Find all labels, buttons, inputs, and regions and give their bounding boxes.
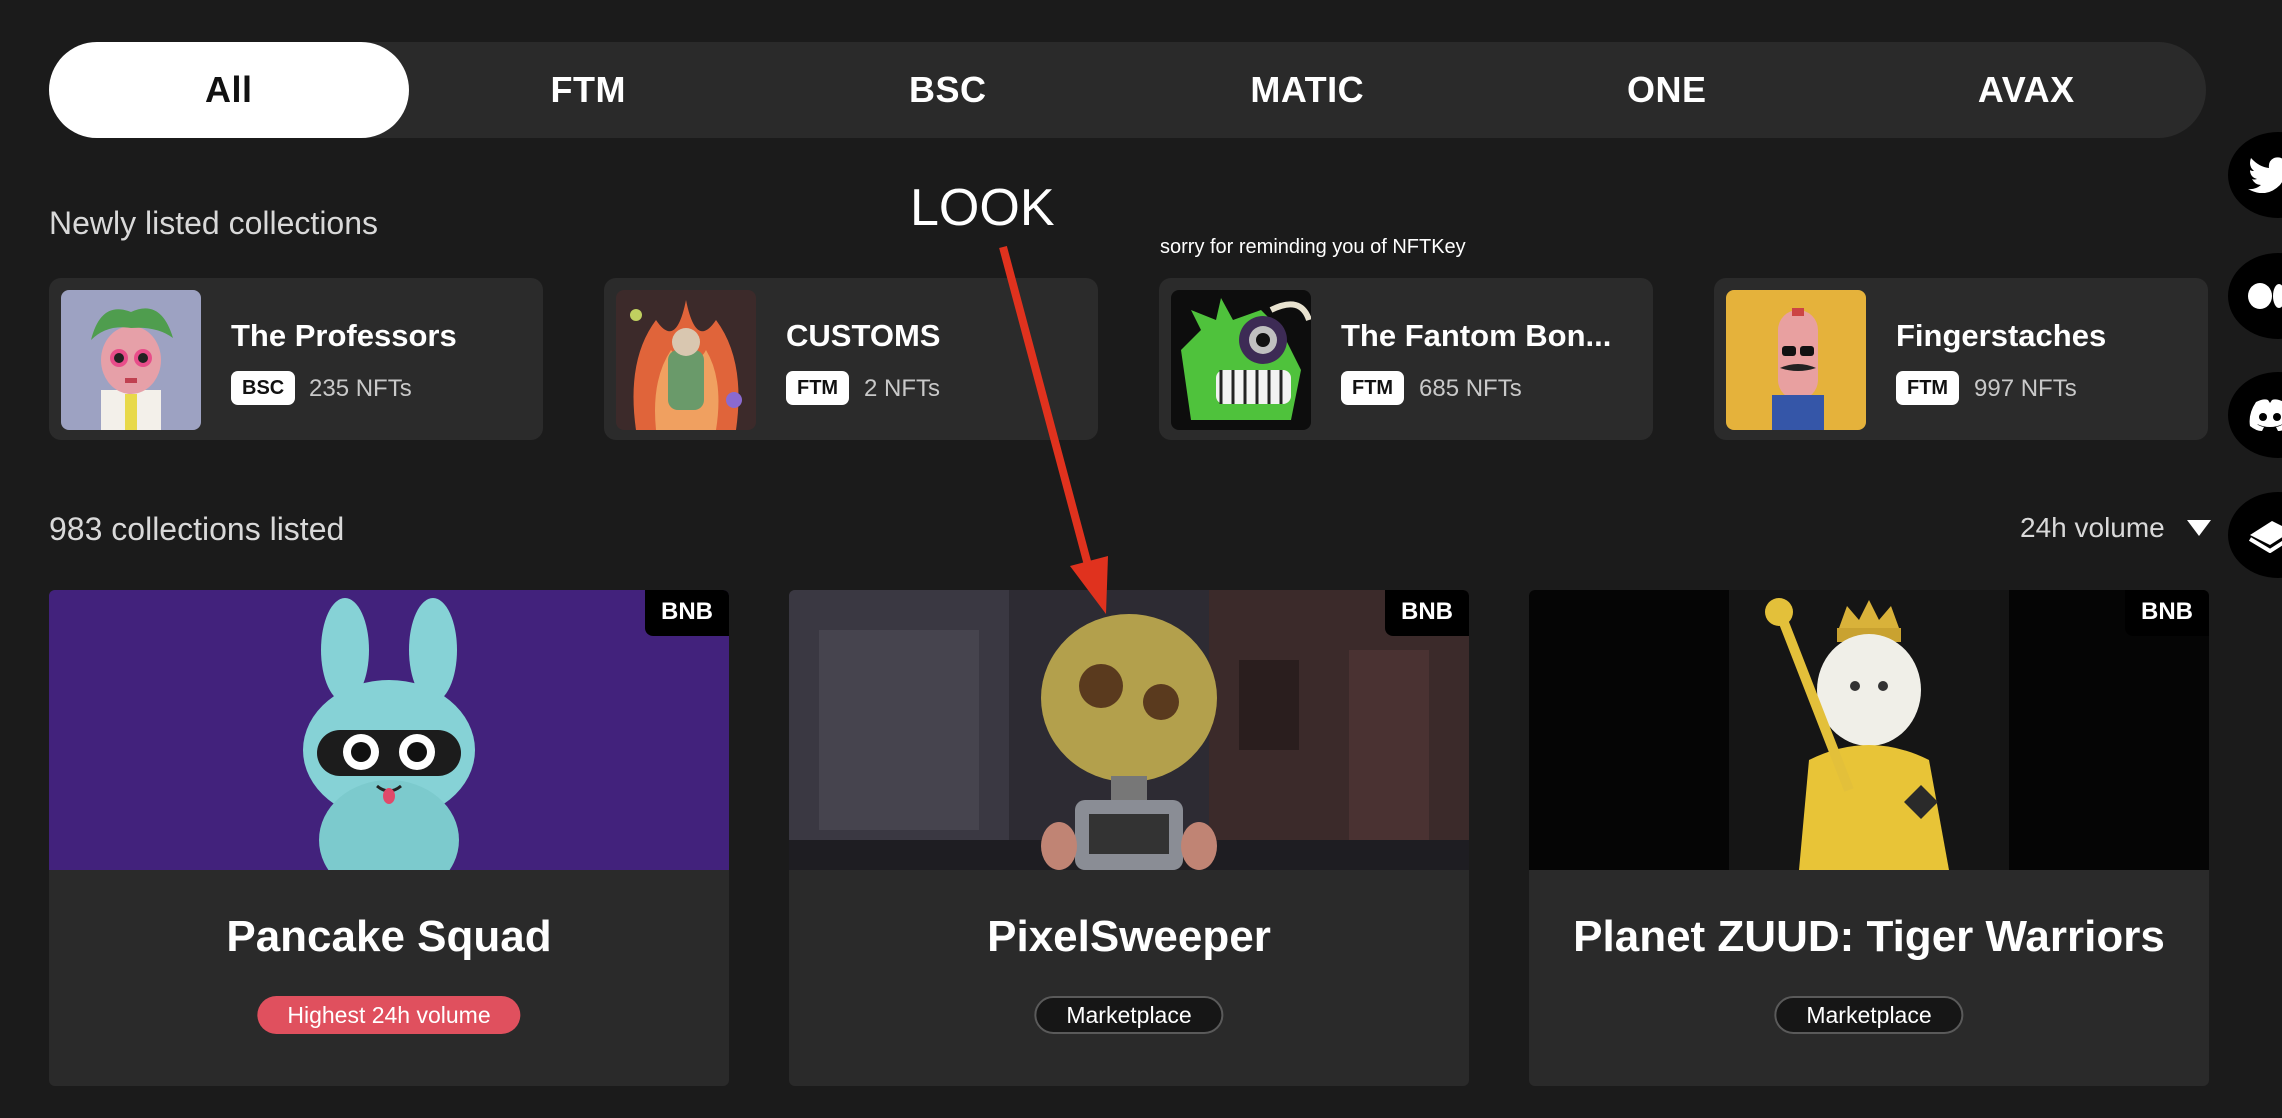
discord-button[interactable] xyxy=(2228,372,2282,458)
collection-name: CUSTOMS xyxy=(786,318,941,353)
collection-tag[interactable]: Marketplace xyxy=(1774,996,1964,1034)
chain-badge: FTM xyxy=(1341,371,1405,405)
chain-badge: FTM xyxy=(1896,371,1960,405)
annotation-look-text: LOOK xyxy=(910,179,1055,237)
new-collection-card[interactable]: Fingerstaches FTM 997 NFTs xyxy=(1714,278,2208,440)
collection-banner xyxy=(49,590,729,900)
collections-count-label: 983 collections listed xyxy=(49,511,345,547)
chain-badge: BSC xyxy=(231,371,296,405)
collection-thumbnail xyxy=(61,290,201,430)
nft-count: 997 NFTs xyxy=(1974,375,2077,402)
collection-banner xyxy=(1529,590,2209,870)
chain-badge: BNB xyxy=(2125,590,2209,636)
tab-ftm[interactable]: FTM xyxy=(409,42,769,138)
collection-card[interactable]: BNB Pancake Squad Highest 24h volume xyxy=(49,590,729,1086)
nft-count: 685 NFTs xyxy=(1419,375,1522,402)
medium-button[interactable] xyxy=(2228,253,2282,339)
collection-card[interactable]: BNB PixelSweeper Marketplace xyxy=(789,590,1469,1086)
tab-matic[interactable]: MATIC xyxy=(1128,42,1488,138)
caret-down-icon xyxy=(2186,520,2211,536)
chain-badge: FTM xyxy=(786,371,850,405)
tab-avax[interactable]: AVAX xyxy=(1847,42,2207,138)
new-collection-card[interactable]: The Professors BSC 235 NFTs xyxy=(49,278,543,440)
collection-title: PixelSweeper xyxy=(987,912,1271,961)
newly-listed-heading: Newly listed collections xyxy=(49,205,379,241)
collection-banner xyxy=(789,590,1469,870)
collection-tag[interactable]: Marketplace xyxy=(1034,996,1224,1034)
tab-all[interactable]: All xyxy=(49,42,409,138)
collection-tag: Highest 24h volume xyxy=(257,996,521,1034)
twitter-button[interactable] xyxy=(2228,132,2282,218)
collection-card[interactable]: BNB Planet ZUUD: Tiger Warriors Marketpl… xyxy=(1529,590,2209,1086)
collection-thumbnail xyxy=(1171,290,1311,430)
annotation-note-text: sorry for reminding you of NFTKey xyxy=(1160,236,1466,258)
chain-badge: BNB xyxy=(1385,590,1469,636)
collection-title: Planet ZUUD: Tiger Warriors xyxy=(1573,912,2165,961)
new-collection-card[interactable]: The Fantom Bon... FTM 685 NFTs xyxy=(1159,278,1653,440)
collection-name: The Fantom Bon... xyxy=(1341,318,1612,353)
collection-title: Pancake Squad xyxy=(226,912,552,961)
chain-filter-tabs: All FTM BSC MATIC ONE AVAX xyxy=(49,42,2206,138)
chain-badge: BNB xyxy=(645,590,729,636)
collection-name: The Professors xyxy=(231,318,457,353)
new-collection-card[interactable]: CUSTOMS FTM 2 NFTs xyxy=(604,278,1098,440)
docs-button[interactable] xyxy=(2228,492,2282,578)
nft-count: 2 NFTs xyxy=(864,375,941,402)
collection-name: Fingerstaches xyxy=(1896,318,2107,353)
twitter-icon xyxy=(2248,157,2282,193)
sort-dropdown[interactable]: 24h volume xyxy=(2020,512,2211,544)
medium-icon xyxy=(2248,283,2282,309)
tab-one[interactable]: ONE xyxy=(1487,42,1847,138)
collection-thumbnail xyxy=(616,290,756,430)
nft-count: 235 NFTs xyxy=(309,375,412,402)
discord-icon xyxy=(2249,399,2282,431)
docs-book-icon xyxy=(2248,521,2282,553)
collection-thumbnail xyxy=(1726,290,1866,430)
tab-bsc[interactable]: BSC xyxy=(768,42,1128,138)
sort-dropdown-label: 24h volume xyxy=(2020,512,2165,543)
